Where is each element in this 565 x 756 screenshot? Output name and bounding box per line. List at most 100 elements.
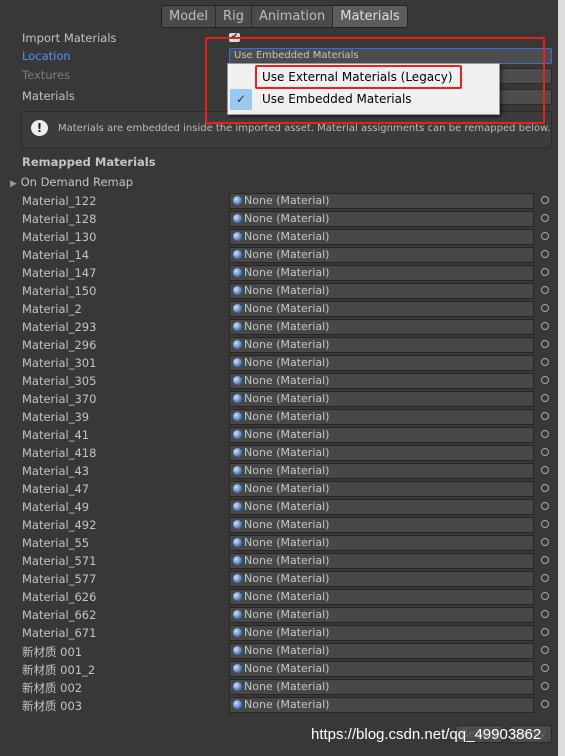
- tab-animation[interactable]: Animation: [251, 6, 334, 27]
- material-row: Material_492 None (Material): [0, 516, 560, 534]
- object-picker-icon[interactable]: [541, 610, 549, 618]
- object-picker-icon[interactable]: [541, 268, 549, 276]
- material-field[interactable]: None (Material): [229, 265, 534, 281]
- material-sphere-icon: [233, 196, 242, 205]
- material-field[interactable]: None (Material): [229, 301, 534, 317]
- object-picker-icon[interactable]: [541, 520, 549, 528]
- object-picker-icon[interactable]: [541, 232, 549, 240]
- material-row: Material_293 None (Material): [0, 318, 560, 336]
- material-name: Material_296: [22, 338, 97, 352]
- object-picker-icon[interactable]: [541, 664, 549, 672]
- material-field[interactable]: None (Material): [229, 607, 534, 623]
- object-picker-icon[interactable]: [541, 412, 549, 420]
- object-picker-icon[interactable]: [541, 484, 549, 492]
- material-field[interactable]: None (Material): [229, 373, 534, 389]
- material-sphere-icon: [233, 556, 242, 565]
- material-field[interactable]: None (Material): [229, 283, 534, 299]
- material-field[interactable]: None (Material): [229, 427, 534, 443]
- material-sphere-icon: [233, 250, 242, 259]
- material-row: 新材质 002 None (Material): [0, 678, 560, 696]
- material-sphere-icon: [233, 394, 242, 403]
- material-field[interactable]: None (Material): [229, 679, 534, 695]
- material-field[interactable]: None (Material): [229, 643, 534, 659]
- object-picker-icon[interactable]: [541, 430, 549, 438]
- material-row: Material_2 None (Material): [0, 300, 560, 318]
- material-sphere-icon: [233, 358, 242, 367]
- material-field[interactable]: None (Material): [229, 553, 534, 569]
- tab-rig[interactable]: Rig: [216, 6, 252, 27]
- material-field[interactable]: None (Material): [229, 193, 534, 209]
- material-name: Material_370: [22, 392, 97, 406]
- object-picker-icon[interactable]: [541, 466, 549, 474]
- material-field[interactable]: None (Material): [229, 481, 534, 497]
- material-row: Material_662 None (Material): [0, 606, 560, 624]
- object-picker-icon[interactable]: [541, 448, 549, 456]
- annotation-box-inner: [255, 65, 462, 89]
- material-field[interactable]: None (Material): [229, 571, 534, 587]
- object-picker-icon[interactable]: [541, 628, 549, 636]
- material-field[interactable]: None (Material): [229, 319, 534, 335]
- material-sphere-icon: [233, 340, 242, 349]
- object-picker-icon[interactable]: [541, 646, 549, 654]
- material-sphere-icon: [233, 646, 242, 655]
- material-field[interactable]: None (Material): [229, 535, 534, 551]
- material-field[interactable]: None (Material): [229, 625, 534, 641]
- material-field[interactable]: None (Material): [229, 517, 534, 533]
- material-name: Material_492: [22, 518, 97, 532]
- materials-label: Materials: [22, 89, 75, 103]
- object-picker-icon[interactable]: [541, 340, 549, 348]
- object-picker-icon[interactable]: [541, 538, 549, 546]
- material-sphere-icon: [233, 286, 242, 295]
- material-field[interactable]: None (Material): [229, 391, 534, 407]
- material-name: 新材质 001: [22, 645, 83, 659]
- object-picker-icon[interactable]: [541, 682, 549, 690]
- material-name: Material_571: [22, 554, 97, 568]
- material-sphere-icon: [233, 682, 242, 691]
- object-picker-icon[interactable]: [541, 358, 549, 366]
- material-sphere-icon: [233, 448, 242, 457]
- material-sphere-icon: [233, 466, 242, 475]
- object-picker-icon[interactable]: [541, 556, 549, 564]
- tab-materials[interactable]: Materials: [333, 6, 407, 27]
- object-picker-icon[interactable]: [541, 502, 549, 510]
- object-picker-icon[interactable]: [541, 214, 549, 222]
- on-demand-remap-foldout[interactable]: ▶ On Demand Remap: [10, 175, 133, 189]
- material-field[interactable]: None (Material): [229, 661, 534, 677]
- material-name: Material_626: [22, 590, 97, 604]
- material-field[interactable]: None (Material): [229, 463, 534, 479]
- material-name: Material_418: [22, 446, 97, 460]
- material-sphere-icon: [233, 484, 242, 493]
- object-picker-icon[interactable]: [541, 286, 549, 294]
- material-field[interactable]: None (Material): [229, 697, 534, 713]
- material-field[interactable]: None (Material): [229, 355, 534, 371]
- object-picker-icon[interactable]: [541, 196, 549, 204]
- material-field[interactable]: None (Material): [229, 409, 534, 425]
- scrollbar[interactable]: [558, 0, 565, 756]
- object-picker-icon[interactable]: [541, 574, 549, 582]
- material-sphere-icon: [233, 322, 242, 331]
- material-field[interactable]: None (Material): [229, 499, 534, 515]
- material-field[interactable]: None (Material): [229, 247, 534, 263]
- material-row: Material_626 None (Material): [0, 588, 560, 606]
- material-sphere-icon: [233, 430, 242, 439]
- material-field[interactable]: None (Material): [229, 337, 534, 353]
- material-field[interactable]: None (Material): [229, 589, 534, 605]
- object-picker-icon[interactable]: [541, 376, 549, 384]
- material-row: 新材质 003 None (Material): [0, 696, 560, 714]
- object-picker-icon[interactable]: [541, 700, 549, 708]
- material-field[interactable]: None (Material): [229, 211, 534, 227]
- material-row: Material_147 None (Material): [0, 264, 560, 282]
- material-name: 新材质 001_2: [22, 663, 96, 677]
- object-picker-icon[interactable]: [541, 592, 549, 600]
- material-field[interactable]: None (Material): [229, 229, 534, 245]
- object-picker-icon[interactable]: [541, 304, 549, 312]
- object-picker-icon[interactable]: [541, 394, 549, 402]
- material-name: Material_128: [22, 212, 97, 226]
- material-sphere-icon: [233, 412, 242, 421]
- material-field[interactable]: None (Material): [229, 445, 534, 461]
- object-picker-icon[interactable]: [541, 250, 549, 258]
- material-name: Material_49: [22, 500, 90, 514]
- material-name: Material_293: [22, 320, 97, 334]
- tab-model[interactable]: Model: [162, 6, 217, 27]
- object-picker-icon[interactable]: [541, 322, 549, 330]
